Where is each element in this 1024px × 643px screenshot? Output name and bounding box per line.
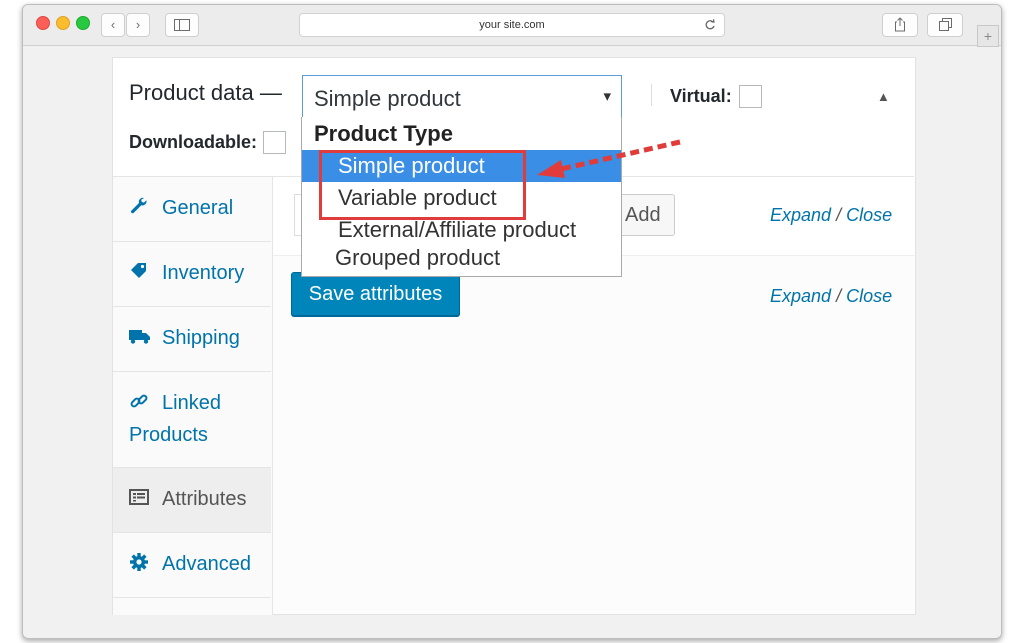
- product-type-value: Simple product: [314, 86, 461, 111]
- link-separator: /: [836, 205, 842, 225]
- forward-button[interactable]: ›: [126, 13, 150, 37]
- header-divider: [651, 84, 652, 106]
- tabs-overview-button[interactable]: [927, 13, 963, 37]
- tab-linked-products[interactable]: Linked Products: [113, 372, 271, 468]
- annotation-arrow-icon: [537, 139, 681, 178]
- expand-link[interactable]: Expand: [770, 205, 831, 225]
- link-separator: /: [836, 286, 842, 306]
- link-icon: [129, 391, 149, 411]
- truck-icon: [129, 326, 150, 346]
- sidebar-toggle-button[interactable]: [165, 13, 199, 37]
- expand-link[interactable]: Expand: [770, 286, 831, 306]
- tab-general[interactable]: General: [113, 177, 271, 242]
- save-attributes-button[interactable]: Save attributes: [291, 272, 460, 316]
- new-tab-button[interactable]: +: [977, 25, 999, 47]
- expand-close-links: Expand / Close: [770, 205, 892, 226]
- share-button[interactable]: [882, 13, 918, 37]
- chevron-down-icon: ▾: [603, 88, 611, 105]
- gear-icon: [129, 552, 149, 572]
- wrench-icon: [129, 196, 149, 216]
- close-link[interactable]: Close: [846, 286, 892, 306]
- downloadable-label: Downloadable:: [129, 132, 258, 152]
- tab-shipping[interactable]: Shipping: [113, 307, 271, 372]
- minimize-window-button[interactable]: [56, 16, 70, 30]
- share-icon: [895, 17, 905, 32]
- option-grouped-product[interactable]: Grouped product: [302, 242, 621, 274]
- back-button[interactable]: ‹: [101, 13, 125, 37]
- tab-label: General: [162, 197, 234, 219]
- virtual-label: Virtual:: [670, 86, 732, 106]
- sidebar-icon: [174, 19, 190, 31]
- address-bar[interactable]: your site.com: [299, 13, 725, 37]
- tabs-icon: [938, 18, 952, 31]
- maximize-window-button[interactable]: [76, 16, 90, 30]
- annotation-highlight-box: [319, 150, 526, 220]
- plus-icon: +: [983, 28, 993, 44]
- browser-window: ‹ › your site.com + Product data — Simpl…: [22, 4, 1002, 639]
- tab-advanced[interactable]: Advanced: [113, 533, 271, 598]
- add-button-label: Add: [625, 204, 661, 226]
- chevron-right-icon: ›: [135, 17, 141, 32]
- tab-attributes[interactable]: Attributes: [113, 468, 271, 533]
- browser-titlebar: ‹ › your site.com +: [23, 5, 1001, 47]
- dropdown-group-label: Product Type: [314, 121, 453, 146]
- close-link[interactable]: Close: [846, 205, 892, 225]
- tab-label-line2: Products: [129, 424, 208, 446]
- downloadable-checkbox[interactable]: [263, 131, 286, 154]
- tab-inventory[interactable]: Inventory: [113, 242, 271, 307]
- tab-label: Shipping: [162, 327, 240, 349]
- expand-close-links-bottom: Expand / Close: [770, 286, 892, 307]
- close-window-button[interactable]: [36, 16, 50, 30]
- tab-label: Advanced: [162, 553, 251, 575]
- reload-icon[interactable]: [704, 14, 716, 38]
- url-text: your site.com: [479, 19, 545, 31]
- chevron-left-icon: ‹: [110, 17, 116, 32]
- tag-icon: [129, 261, 149, 281]
- tab-label: Linked: [162, 392, 221, 414]
- collapse-panel-icon[interactable]: ▲: [877, 89, 890, 104]
- list-icon: [129, 487, 149, 507]
- option-label: Grouped product: [335, 245, 501, 270]
- product-data-title: Product data —: [129, 80, 282, 105]
- tab-label: Inventory: [162, 262, 245, 284]
- option-label: External/Affiliate product: [338, 217, 577, 242]
- virtual-checkbox[interactable]: [739, 85, 762, 108]
- product-type-select[interactable]: Simple product ▾: [302, 75, 622, 119]
- product-data-tabs: General Inventory Shipping Linked Produc…: [113, 176, 273, 615]
- tab-label: Attributes: [162, 488, 247, 510]
